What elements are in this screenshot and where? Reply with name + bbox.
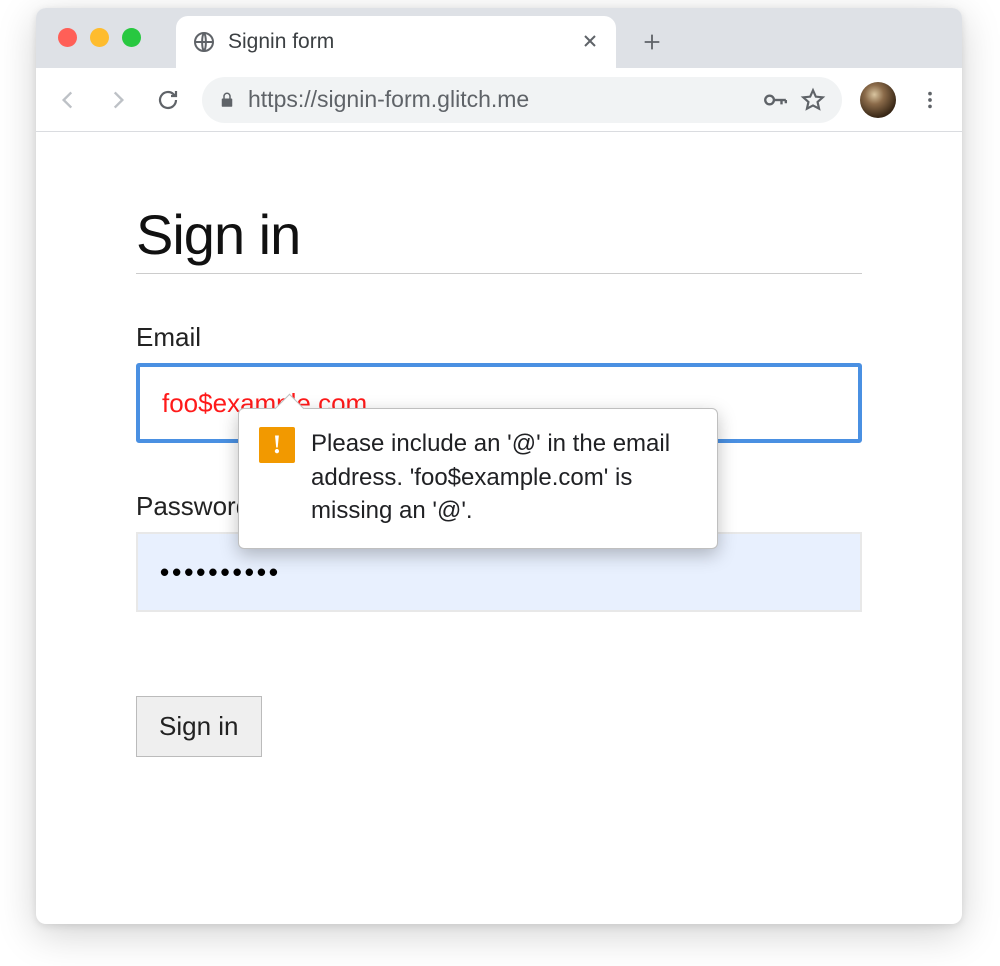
back-button[interactable] <box>46 78 90 122</box>
close-tab-icon[interactable] <box>582 33 600 51</box>
menu-button[interactable] <box>908 78 952 122</box>
page-content: Sign in Email ! Please include an '@' in… <box>36 132 962 797</box>
close-window-button[interactable] <box>58 28 77 47</box>
maximize-window-button[interactable] <box>122 28 141 47</box>
page-title: Sign in <box>136 202 862 274</box>
address-bar[interactable]: https://signin-form.glitch.me <box>202 77 842 123</box>
validation-message: Please include an '@' in the email addre… <box>311 427 697 528</box>
browser-window: Signin form <box>36 8 962 924</box>
validation-tooltip: ! Please include an '@' in the email add… <box>238 408 718 549</box>
sign-in-button[interactable]: Sign in <box>136 696 262 757</box>
url-text: https://signin-form.glitch.me <box>248 86 750 113</box>
lock-icon <box>218 91 236 109</box>
avatar[interactable] <box>860 82 896 118</box>
window-controls <box>58 28 141 47</box>
key-icon[interactable] <box>762 87 788 113</box>
forward-button[interactable] <box>96 78 140 122</box>
titlebar: Signin form <box>36 8 962 68</box>
globe-icon <box>192 30 216 54</box>
minimize-window-button[interactable] <box>90 28 109 47</box>
star-icon[interactable] <box>800 87 826 113</box>
email-field-group: Email ! Please include an '@' in the ema… <box>136 322 862 443</box>
new-tab-button[interactable] <box>632 22 672 62</box>
tab-title: Signin form <box>228 30 582 54</box>
email-label: Email <box>136 322 862 353</box>
browser-toolbar: https://signin-form.glitch.me <box>36 68 962 132</box>
browser-tab[interactable]: Signin form <box>176 16 616 68</box>
reload-button[interactable] <box>146 78 190 122</box>
warning-icon: ! <box>259 427 295 463</box>
